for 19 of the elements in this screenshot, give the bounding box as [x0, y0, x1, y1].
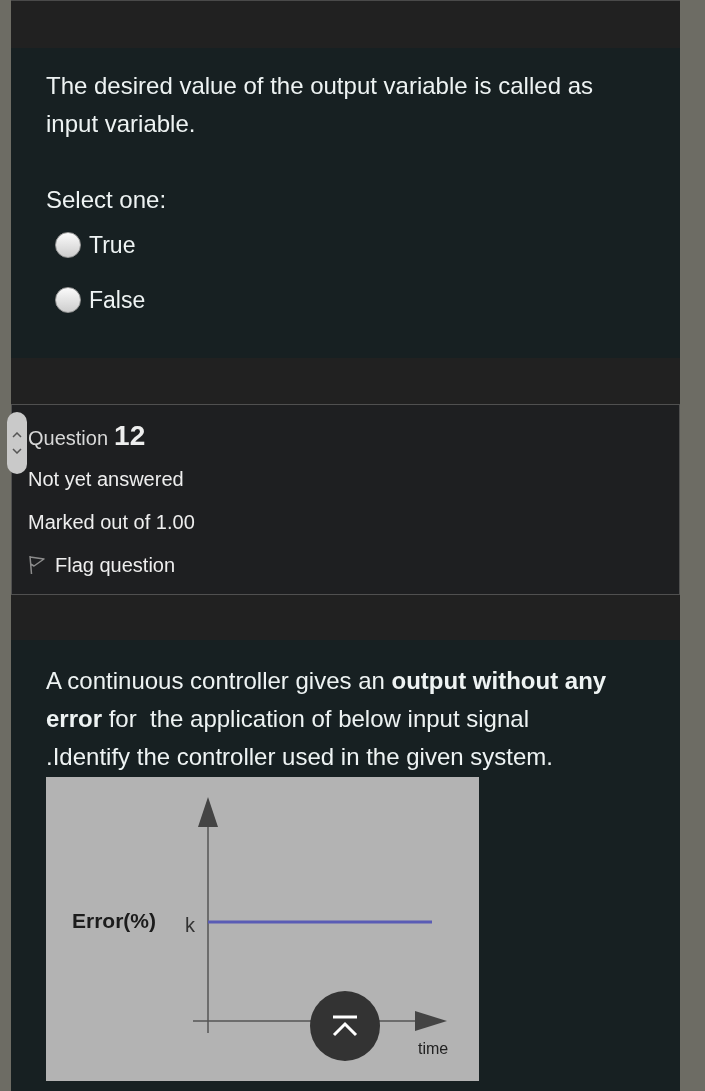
option-label[interactable]: True — [89, 230, 136, 260]
question-number: 12 — [114, 418, 146, 453]
marks-text: Marked out of 1.00 — [28, 509, 195, 535]
x-axis-label: time — [418, 1040, 449, 1057]
select-prompt: Select one: — [46, 185, 167, 215]
radio-button[interactable] — [55, 287, 81, 313]
question-label: Question — [28, 425, 109, 451]
y-axis-label: Error(%) — [72, 909, 156, 932]
scroll-arrows-control[interactable] — [7, 412, 27, 474]
question-text: The desired value of the output variable is called as input variable. — [46, 71, 594, 139]
answer-status: Not yet answered — [28, 466, 184, 492]
question-text: A continuous controller gives an output without any error for the application of below input signal .Identify the controller used in the given system. — [46, 666, 608, 772]
flag-question-link[interactable]: Flag question — [28, 549, 176, 580]
option-label[interactable]: False — [89, 285, 146, 315]
level-label: k — [185, 914, 195, 936]
bar-caret-up-icon — [331, 1015, 359, 1037]
chevron-down-icon — [12, 448, 22, 454]
radio-button[interactable] — [55, 232, 81, 258]
chevron-up-icon — [12, 432, 22, 438]
